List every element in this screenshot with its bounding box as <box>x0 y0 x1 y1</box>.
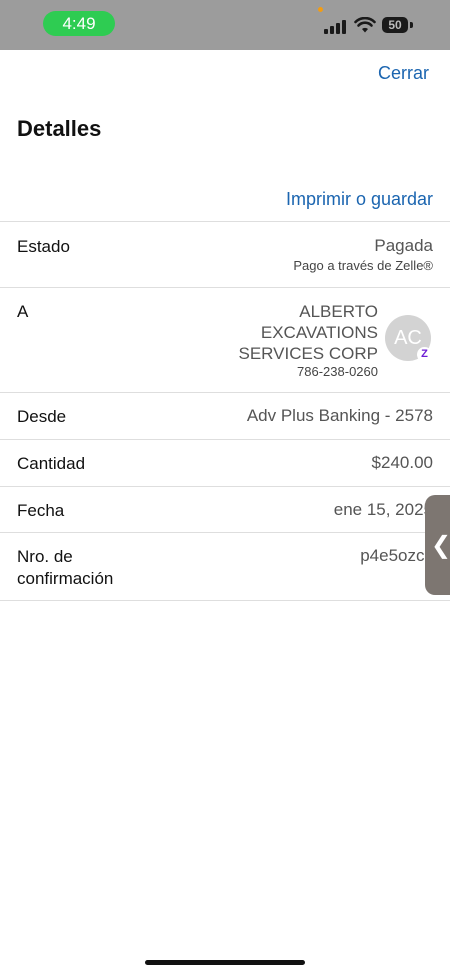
divider <box>0 439 450 440</box>
side-panel-handle[interactable]: ❮ <box>425 495 450 595</box>
chevron-left-icon: ❮ <box>431 532 450 559</box>
from-label: Desde <box>17 407 67 426</box>
status-bar: 4:49 50 <box>0 0 450 50</box>
home-indicator[interactable] <box>145 960 305 965</box>
privacy-indicator <box>318 7 323 12</box>
from-account-value: Adv Plus Banking - 2578 <box>246 406 433 425</box>
divider <box>0 221 450 222</box>
wifi-icon <box>354 17 376 33</box>
status-value: Pagada <box>374 236 433 255</box>
status-label: Estado <box>17 237 70 256</box>
print-or-save-link[interactable]: Imprimir o guardar <box>286 189 433 210</box>
recipient-phone: 786-238-0260 <box>297 364 378 379</box>
recipient-label: A <box>17 302 29 321</box>
divider <box>0 532 450 533</box>
close-button[interactable]: Cerrar <box>378 63 429 84</box>
confirmation-label: Nro. de confirmación <box>17 547 114 588</box>
amount-value: $240.00 <box>371 453 433 472</box>
date-value: ene 15, 2025 <box>333 500 433 519</box>
divider <box>0 392 450 393</box>
zelle-icon: Z <box>417 347 432 362</box>
date-label: Fecha <box>17 501 65 520</box>
amount-label: Cantidad <box>17 454 86 473</box>
recipient-name: ALBERTO EXCAVATIONS SERVICES CORP <box>238 302 378 363</box>
divider <box>0 486 450 487</box>
page-title: Detalles <box>17 116 102 141</box>
battery-nub <box>410 22 413 28</box>
divider <box>0 600 450 601</box>
divider <box>0 287 450 288</box>
cellular-signal-icon <box>324 20 348 34</box>
confirmation-value: p4e5ozcs <box>360 546 433 565</box>
payment-method-note: Pago a través de Zelle® <box>293 258 433 273</box>
status-time: 4:49 <box>43 11 115 36</box>
battery-icon: 50 <box>382 17 408 33</box>
